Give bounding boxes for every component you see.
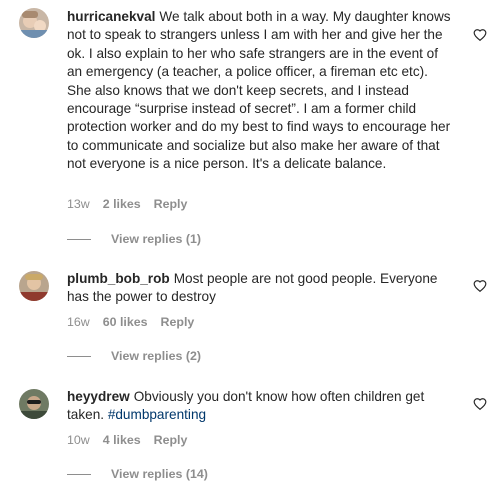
heart-outline-icon[interactable] — [473, 279, 487, 293]
view-replies-label: View replies (1) — [111, 232, 201, 246]
avatar-image — [19, 271, 49, 301]
comment-timestamp[interactable]: 16w — [67, 315, 90, 329]
reply-button[interactable]: Reply — [154, 197, 188, 211]
comment-likes[interactable]: 4 likes — [103, 433, 141, 447]
avatar[interactable] — [19, 271, 49, 301]
hashtag-link[interactable]: #dumbparenting — [108, 407, 206, 422]
avatar-image — [19, 389, 49, 419]
comment-likes[interactable]: 60 likes — [103, 315, 148, 329]
comment-likes[interactable]: 2 likes — [103, 197, 141, 211]
view-replies-button[interactable]: View replies (2) — [67, 349, 201, 363]
comment-meta: 16w 60 likes Reply — [67, 315, 207, 329]
reply-button[interactable]: Reply — [154, 433, 188, 447]
replies-divider-line — [67, 355, 91, 357]
comment-body: plumb_bob_rob Most people are not good pe… — [67, 270, 453, 307]
view-replies-label: View replies (2) — [111, 349, 201, 363]
comment-timestamp[interactable]: 10w — [67, 433, 90, 447]
comment-text: We talk about both in a way. My daughter… — [67, 9, 451, 172]
reply-button[interactable]: Reply — [161, 315, 195, 329]
comment-username[interactable]: heyydrew — [67, 389, 130, 404]
heart-outline-icon[interactable] — [473, 28, 487, 42]
heart-outline-icon[interactable] — [473, 397, 487, 411]
replies-divider-line — [67, 238, 91, 240]
comment-meta: 10w 4 likes Reply — [67, 433, 200, 447]
comment-username[interactable]: hurricanekval — [67, 9, 155, 24]
view-replies-button[interactable]: View replies (1) — [67, 232, 201, 246]
comment-body: hurricanekval We talk about both in a way… — [67, 8, 453, 174]
avatar[interactable] — [19, 389, 49, 419]
replies-divider-line — [67, 473, 91, 475]
comment-body: heyydrew Obviously you don't know how oft… — [67, 388, 453, 425]
comment-username[interactable]: plumb_bob_rob — [67, 271, 170, 286]
avatar[interactable] — [19, 8, 49, 38]
view-replies-label: View replies (14) — [111, 467, 208, 481]
comment-meta: 13w 2 likes Reply — [67, 197, 200, 211]
avatar-image — [19, 8, 49, 38]
comment-timestamp[interactable]: 13w — [67, 197, 90, 211]
view-replies-button[interactable]: View replies (14) — [67, 467, 208, 481]
